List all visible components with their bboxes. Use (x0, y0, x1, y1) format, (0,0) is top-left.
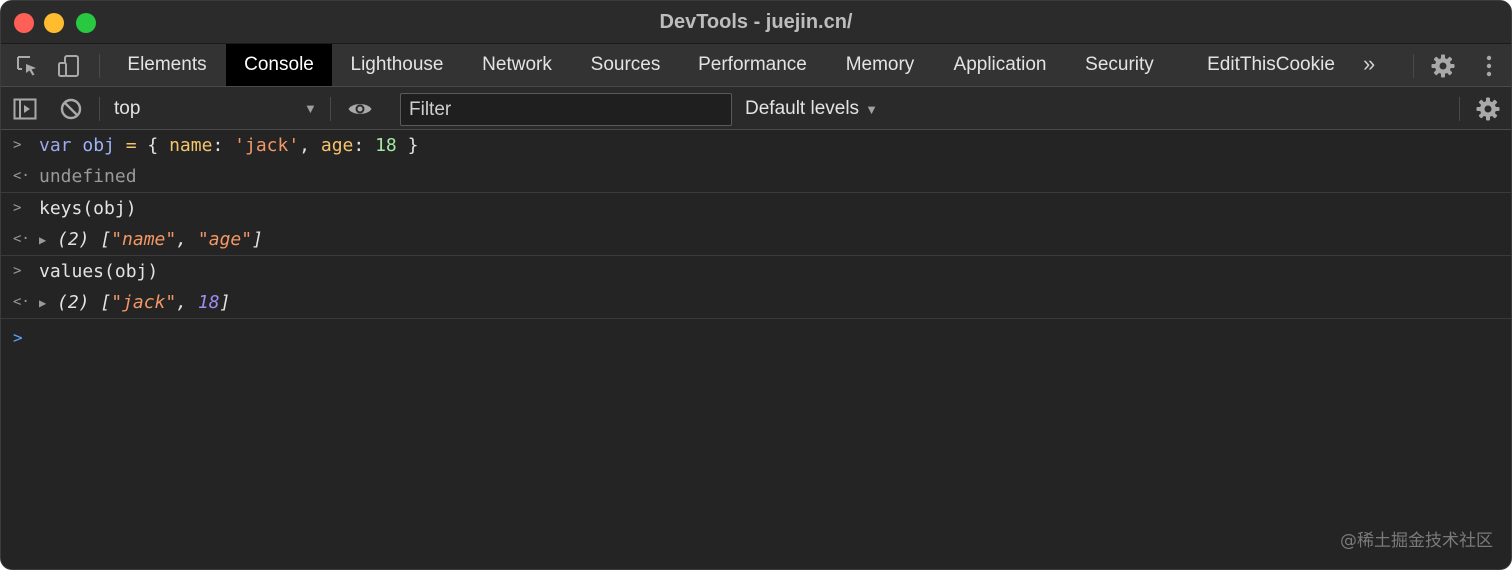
tab-editthiscookie[interactable]: EditThisCookie (1191, 44, 1351, 86)
expand-triangle-icon[interactable]: ▶ (39, 225, 57, 256)
toolbar-divider (1459, 97, 1460, 121)
console-output[interactable]: > var obj = { name: 'jack', age: 18 } <·… (1, 130, 1511, 569)
expand-triangle-icon[interactable]: ▶ (39, 288, 57, 319)
input-prompt-icon: > (13, 200, 22, 216)
toolbar-divider (99, 97, 100, 121)
result-value: undefined (39, 166, 137, 187)
console-result-line[interactable]: <· undefined (1, 161, 1511, 192)
watermark: @稀土掘金技术社区 (1340, 531, 1493, 551)
tab-network[interactable]: Network (463, 44, 571, 86)
result-arrow-icon: <· (13, 294, 30, 310)
clear-console-icon[interactable] (58, 96, 84, 122)
tab-application[interactable]: Application (935, 44, 1065, 86)
tab-performance[interactable]: Performance (680, 44, 825, 86)
panel-tab-bar: Elements Console Lighthouse Network Sour… (1, 44, 1511, 87)
console-entry: > keys(obj) <· ▶ (2) ["name", "age"] (1, 193, 1511, 256)
devtools-window: DevTools - juejin.cn/ Elements Console L… (0, 0, 1512, 570)
toolbar-divider (1413, 54, 1414, 78)
console-entry: > var obj = { name: 'jack', age: 18 } <·… (1, 130, 1511, 193)
console-input-line[interactable]: > var obj = { name: 'jack', age: 18 } (1, 130, 1511, 161)
input-prompt-icon: > (13, 137, 22, 153)
tab-elements[interactable]: Elements (111, 44, 223, 86)
input-code: values(obj) (39, 261, 159, 282)
result-arrow-icon: <· (13, 168, 30, 184)
console-result-line[interactable]: <· ▶ (2) ["jack", 18] (1, 287, 1511, 318)
console-toolbar: top ▼ Default levels ▼ (1, 87, 1511, 130)
filter-input[interactable] (400, 93, 732, 126)
tab-security[interactable]: Security (1068, 44, 1171, 86)
console-input-line[interactable]: > values(obj) (1, 256, 1511, 287)
console-input-line[interactable]: > keys(obj) (1, 193, 1511, 224)
more-options-kebab-icon[interactable] (1476, 53, 1502, 79)
result-arrow-icon: <· (13, 231, 30, 247)
chevron-down-icon: ▼ (865, 102, 878, 117)
live-expression-eye-icon[interactable] (347, 96, 373, 122)
console-entry: > values(obj) <· ▶ (2) ["jack", 18] (1, 256, 1511, 319)
log-levels-label: Default levels (745, 98, 860, 119)
toolbar-divider (99, 54, 100, 78)
tab-console[interactable]: Console (226, 44, 332, 86)
tab-lighthouse[interactable]: Lighthouse (334, 44, 460, 86)
inspect-element-icon[interactable] (14, 53, 40, 79)
execution-context-select[interactable]: top (114, 87, 140, 130)
input-code: keys(obj) (39, 198, 137, 219)
title-bar: DevTools - juejin.cn/ (1, 1, 1511, 44)
console-result-line[interactable]: <· ▶ (2) ["name", "age"] (1, 224, 1511, 255)
input-prompt-icon: > (13, 263, 22, 279)
show-sidebar-icon[interactable] (12, 96, 38, 122)
window-title: DevTools - juejin.cn/ (659, 11, 853, 33)
active-prompt-icon: > (13, 328, 23, 347)
settings-gear-icon[interactable] (1430, 53, 1456, 79)
more-tabs-button[interactable]: » (1363, 44, 1375, 86)
chevron-down-icon[interactable]: ▼ (304, 101, 317, 116)
console-settings-gear-icon[interactable] (1475, 96, 1501, 122)
log-levels-select[interactable]: Default levels ▼ (745, 87, 878, 130)
device-toolbar-icon[interactable] (56, 53, 82, 79)
console-prompt[interactable]: > (1, 319, 1511, 353)
tab-sources[interactable]: Sources (574, 44, 677, 86)
tab-memory[interactable]: Memory (828, 44, 932, 86)
toolbar-divider (330, 97, 331, 121)
